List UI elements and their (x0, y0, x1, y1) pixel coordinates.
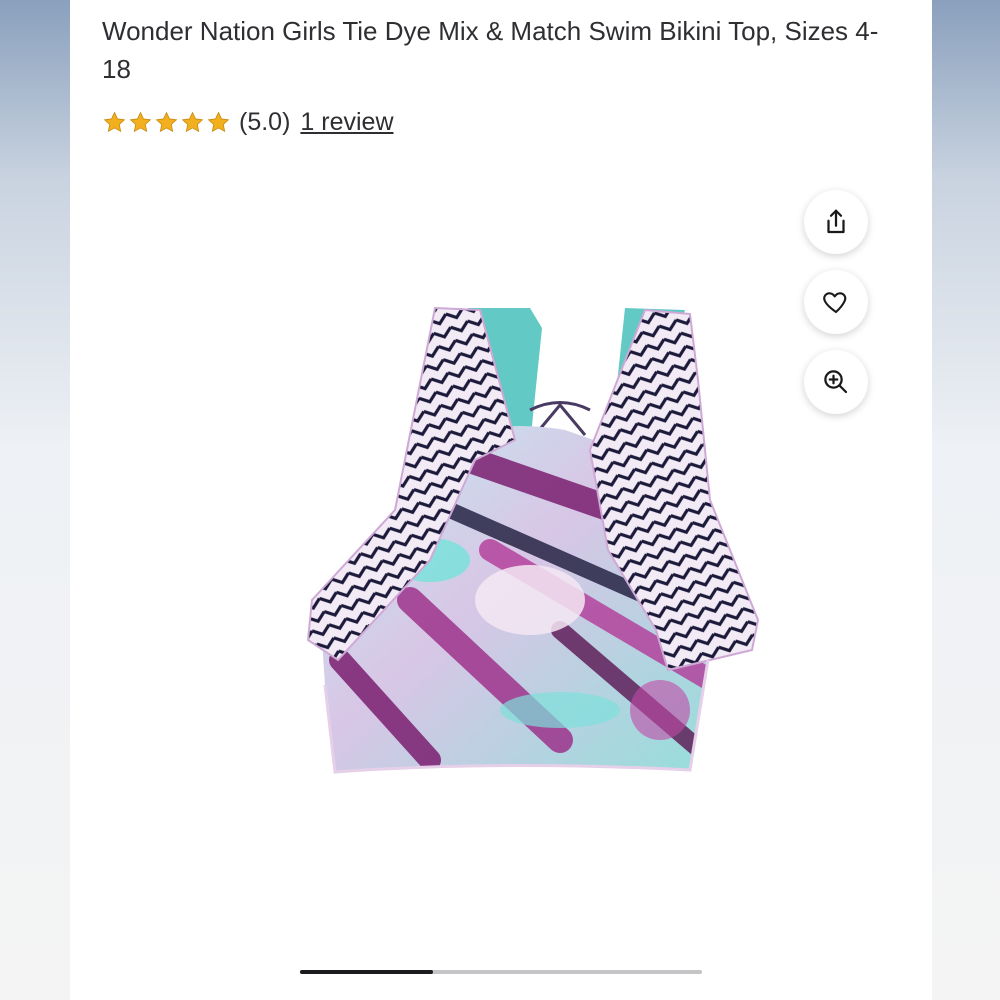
share-button[interactable] (804, 190, 868, 254)
star-icon (181, 111, 204, 132)
product-page: Wonder Nation Girls Tie Dye Mix & Match … (70, 0, 932, 1000)
heart-icon (823, 292, 847, 314)
star-rating (102, 110, 231, 135)
share-icon (827, 209, 845, 234)
star-icon (129, 111, 152, 132)
star-icon (155, 111, 178, 132)
star-icon (103, 111, 126, 132)
carousel-indicator (300, 970, 433, 974)
star-icon (207, 111, 230, 132)
favorite-button[interactable] (804, 270, 868, 334)
reviews-link[interactable]: 1 review (300, 108, 393, 137)
product-title: Wonder Nation Girls Tie Dye Mix & Match … (102, 16, 879, 84)
image-carousel-progress[interactable] (300, 970, 702, 974)
zoom-in-icon (824, 370, 848, 394)
rating-value: (5.0) (239, 107, 291, 136)
rating-row: (5.0) 1 review (102, 104, 394, 140)
zoom-button[interactable] (804, 350, 868, 414)
product-image[interactable] (230, 300, 770, 780)
